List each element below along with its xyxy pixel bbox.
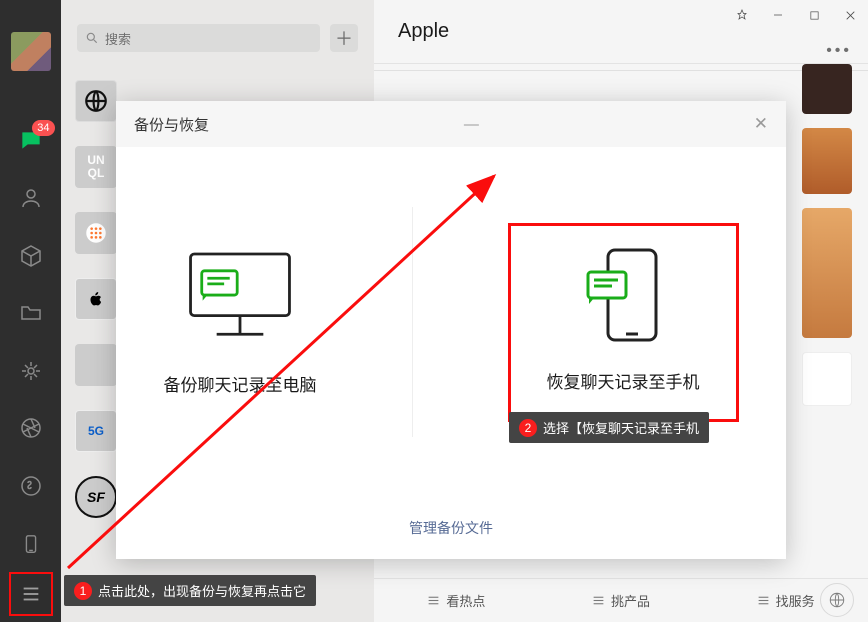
keyboard-icon[interactable] [820, 583, 854, 617]
manage-backup-link[interactable]: 管理备份文件 [409, 518, 493, 538]
restore-highlight: 恢复聊天记录至手机 [508, 223, 739, 422]
menu-service[interactable]: 找服务 [757, 591, 815, 610]
folder-icon[interactable] [17, 299, 45, 327]
modal-body: 备份聊天记录至电脑 恢复聊天记录至手机 [116, 147, 786, 497]
search-placeholder: 搜索 [105, 29, 131, 48]
callout-2-text: 选择【恢复聊天记录至手机 [543, 418, 699, 437]
flower-icon[interactable] [17, 357, 45, 385]
search-bar: 搜索 ＋ [61, 0, 374, 68]
computer-icon [170, 249, 310, 343]
cube-icon[interactable] [17, 242, 45, 270]
modal-title: 备份与恢复 [134, 114, 209, 135]
chat-thumb-globe [75, 80, 117, 122]
callout-2-num: 2 [519, 419, 537, 437]
backup-restore-modal: 备份与恢复 — ✕ 备份聊天记录至电脑 [116, 101, 786, 559]
chat-thumb-5g: 5G [75, 410, 117, 452]
more-icon[interactable]: ••• [826, 42, 852, 60]
chat-thumb-sf: SF [75, 476, 117, 518]
minimize-icon[interactable] [760, 0, 796, 30]
msg-thumb[interactable] [802, 208, 852, 338]
modal-minimize-icon[interactable]: — [464, 116, 479, 133]
msg-thumb[interactable] [802, 128, 852, 194]
miniprogram-icon[interactable] [17, 472, 45, 500]
maximize-icon[interactable] [796, 0, 832, 30]
callout-1-num: 1 [74, 582, 92, 600]
msg-thumb[interactable] [802, 64, 852, 114]
chat-thumb-apple [75, 278, 117, 320]
menu-hot[interactable]: 看热点 [427, 591, 485, 610]
search-input[interactable]: 搜索 [77, 24, 320, 52]
callout-1: 1 点击此处，出现备份与恢复再点击它 [64, 575, 316, 606]
menu-button[interactable] [9, 572, 53, 615]
pin-icon[interactable] [724, 0, 760, 30]
backup-to-pc-option[interactable]: 备份聊天记录至电脑 [164, 249, 317, 396]
backup-label: 备份聊天记录至电脑 [164, 371, 317, 396]
left-navbar: 34 [0, 0, 61, 622]
msg-thumb[interactable] [802, 352, 852, 406]
restore-label: 恢复聊天记录至手机 [547, 368, 700, 393]
chat-thumb-orange [75, 212, 117, 254]
bottom-menu: 看热点 挑产品 找服务 [374, 578, 868, 622]
chat-icon[interactable]: 34 [17, 126, 45, 154]
menu-pick[interactable]: 挑产品 [592, 591, 650, 610]
chat-thumb-uniqlo: UNQL [75, 146, 117, 188]
message-thumbs [802, 64, 852, 420]
aperture-icon[interactable] [17, 415, 45, 443]
chat-thumb-brown [75, 344, 117, 386]
modal-header: 备份与恢复 — ✕ [116, 101, 786, 147]
window-controls [724, 0, 868, 30]
modal-footer: 管理备份文件 [116, 497, 786, 559]
unread-badge: 34 [32, 120, 54, 136]
contacts-icon[interactable] [17, 184, 45, 212]
modal-close-icon[interactable]: ✕ [754, 114, 768, 134]
add-button[interactable]: ＋ [330, 24, 358, 52]
title-text: Apple [398, 20, 449, 43]
callout-2: 2 选择【恢复聊天记录至手机 [509, 412, 709, 443]
phone-icon [553, 252, 693, 346]
phone-icon[interactable] [17, 530, 45, 558]
avatar[interactable] [11, 32, 51, 71]
close-icon[interactable] [832, 0, 868, 30]
restore-to-phone-option[interactable]: 恢复聊天记录至手机 [547, 252, 700, 393]
callout-1-text: 点击此处，出现备份与恢复再点击它 [98, 581, 306, 600]
